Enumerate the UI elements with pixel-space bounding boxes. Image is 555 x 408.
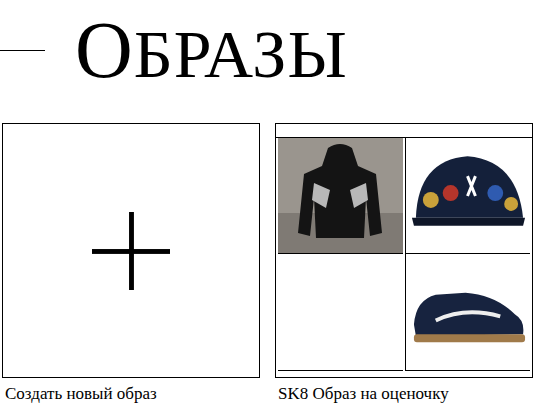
outfit-list: Создать новый образ SK8 Образ на оценочку: [0, 123, 555, 404]
page-header: ОБРАЗЫ: [0, 0, 555, 100]
outfit-item[interactable]: SK8 Образ на оценочку: [275, 123, 533, 404]
outfit-grid: [276, 137, 532, 377]
create-label[interactable]: Создать новый образ: [2, 384, 260, 404]
outfit-slot[interactable]: [405, 138, 530, 254]
plus-icon[interactable]: [92, 212, 170, 290]
hoodie-photo-icon: [278, 138, 403, 253]
outfit-title[interactable]: SK8 Образ на оценочку: [275, 384, 533, 404]
create-outfit[interactable]: Создать новый образ: [2, 123, 260, 404]
page-title: ОБРАЗЫ: [75, 10, 348, 90]
outfit-slot[interactable]: [278, 138, 403, 254]
outfit-slot[interactable]: [405, 254, 530, 371]
outfit-slot[interactable]: [278, 254, 403, 371]
outfits-page: ОБРАЗЫ Создать новый образ SK8 Образ на оц…: [0, 0, 555, 408]
cap-photo-icon: [406, 138, 530, 253]
title-dash: [0, 50, 45, 51]
shoe-photo-icon: [406, 254, 530, 370]
create-card[interactable]: [2, 123, 260, 378]
outfit-card[interactable]: [275, 123, 533, 378]
